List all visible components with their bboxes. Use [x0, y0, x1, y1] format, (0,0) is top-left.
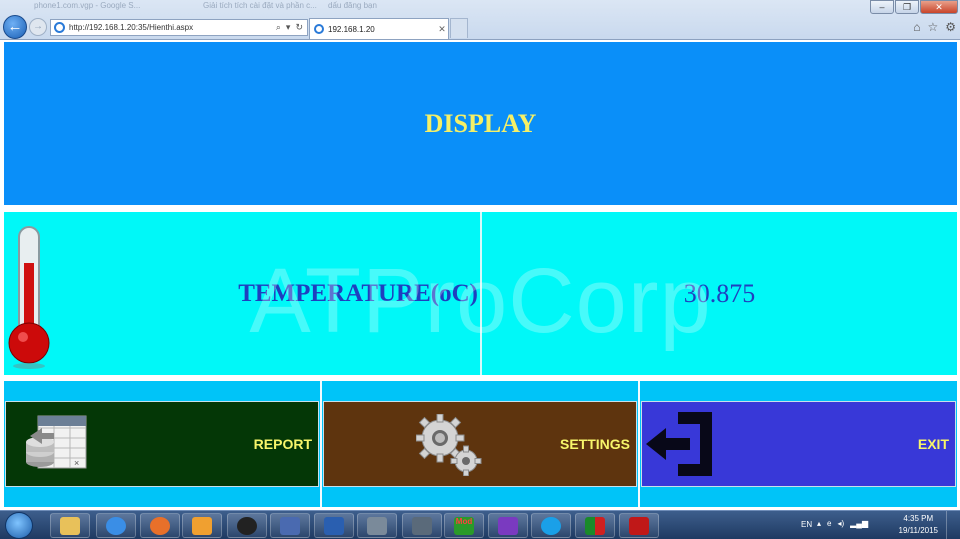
modbus-icon[interactable]: Mod: [444, 513, 484, 538]
minimize-button[interactable]: –: [870, 0, 894, 14]
window-controls: – ❐ ✕: [870, 0, 958, 14]
network-icon[interactable]: [270, 513, 310, 538]
acrobat-icon[interactable]: [619, 513, 659, 538]
tab-title: 192.168.1.20: [328, 24, 375, 34]
ie-page-icon: [54, 22, 65, 33]
background-tab[interactable]: dấu đăng bạn: [328, 1, 377, 14]
button-bar: × REPORT SETTINGS EXIT: [4, 381, 957, 507]
clock-time: 4:35 PM: [903, 514, 934, 523]
address-bar[interactable]: http://192.168.1.20:35/Hienthi.aspx ⌕ ▾ …: [50, 19, 308, 36]
outlook-icon[interactable]: [314, 513, 354, 538]
explorer-icon[interactable]: [50, 513, 90, 538]
page-title: DISPLAY: [424, 108, 537, 138]
report-icon: ×: [26, 415, 87, 469]
sql-icon[interactable]: [402, 513, 442, 538]
exit-button-label: EXIT: [917, 436, 949, 452]
background-tab[interactable]: Giải tích tích cài đặt và phần c...: [203, 1, 317, 14]
svg-text:×: ×: [74, 458, 79, 468]
settings-button-label: SETTINGS: [559, 436, 630, 452]
lock-icon[interactable]: [357, 513, 397, 538]
page-content: DISPLAY TEMPERATURE(oC) 30.875 ATProCorp: [0, 40, 960, 510]
bar-divider: [638, 381, 640, 507]
temperature-label: TEMPERATURE(oC): [238, 279, 478, 307]
tray-icons: ▴ e ◂) ▂▄▆: [817, 519, 868, 528]
firefox-icon[interactable]: [140, 513, 180, 538]
new-tab-button[interactable]: [450, 18, 468, 38]
skype-icon[interactable]: [531, 513, 571, 538]
show-desktop-button[interactable]: [946, 511, 960, 539]
volume-icon[interactable]: ◂): [837, 519, 844, 528]
exit-button[interactable]: EXIT: [641, 401, 956, 487]
tab-active[interactable]: 192.168.1.20 ✕: [309, 18, 449, 39]
browser-toolbar: ⌂ ☆ ⚙: [913, 20, 956, 34]
close-tab-icon[interactable]: ✕: [436, 24, 448, 35]
flag-icon[interactable]: [575, 513, 615, 538]
start-button[interactable]: [5, 512, 33, 539]
settings-button[interactable]: SETTINGS: [323, 401, 637, 487]
language-indicator[interactable]: EN: [801, 520, 812, 529]
ie-tray-icon[interactable]: e: [827, 519, 831, 528]
gears-icon: [416, 414, 482, 476]
restore-button[interactable]: ❐: [895, 0, 919, 14]
bar-divider: [320, 381, 322, 507]
browser-chrome: phone1.com.vgp - Google S... Giải tích t…: [0, 0, 960, 40]
report-button-label: REPORT: [253, 436, 312, 452]
report-button[interactable]: × REPORT: [5, 401, 319, 487]
back-button[interactable]: ←: [3, 15, 27, 39]
visual-studio-icon[interactable]: [488, 513, 528, 538]
search-icon[interactable]: ⌕: [276, 22, 281, 33]
chevron-up-icon[interactable]: ▴: [817, 519, 821, 528]
taskbar: Mod EN ▴ e ◂) ▂▄▆ 4:35 PM 19/11/2015: [0, 510, 960, 539]
app-icon[interactable]: [227, 513, 267, 538]
clock-date: 19/11/2015: [898, 526, 938, 535]
background-tab[interactable]: phone1.com.vgp - Google S...: [34, 1, 140, 14]
close-window-button[interactable]: ✕: [920, 0, 958, 14]
url-text[interactable]: http://192.168.1.20:35/Hienthi.aspx: [69, 23, 276, 32]
forward-button[interactable]: →: [29, 18, 47, 36]
display-header: DISPLAY: [4, 42, 957, 205]
clock[interactable]: 4:35 PM 19/11/2015: [899, 513, 938, 537]
system-tray: EN ▴ e ◂) ▂▄▆ 4:35 PM 19/11/2015: [795, 511, 960, 539]
temperature-panel: TEMPERATURE(oC) 30.875 ATProCorp: [4, 212, 957, 375]
media-player-icon[interactable]: [182, 513, 222, 538]
internet-explorer-icon[interactable]: [96, 513, 136, 538]
gear-icon[interactable]: ⚙: [945, 20, 956, 34]
chevron-down-icon[interactable]: ▾: [286, 22, 291, 33]
refresh-icon[interactable]: ↻: [295, 22, 303, 33]
signal-icon[interactable]: ▂▄▆: [850, 519, 868, 528]
star-icon[interactable]: ☆: [927, 20, 938, 34]
ie-tab-icon: [314, 24, 324, 34]
modbus-label: Mod: [454, 516, 474, 535]
home-icon[interactable]: ⌂: [913, 20, 920, 34]
temperature-value: 30.875: [683, 278, 756, 308]
background-tab-strip: phone1.com.vgp - Google S... Giải tích t…: [28, 0, 928, 14]
exit-icon: [646, 412, 712, 476]
